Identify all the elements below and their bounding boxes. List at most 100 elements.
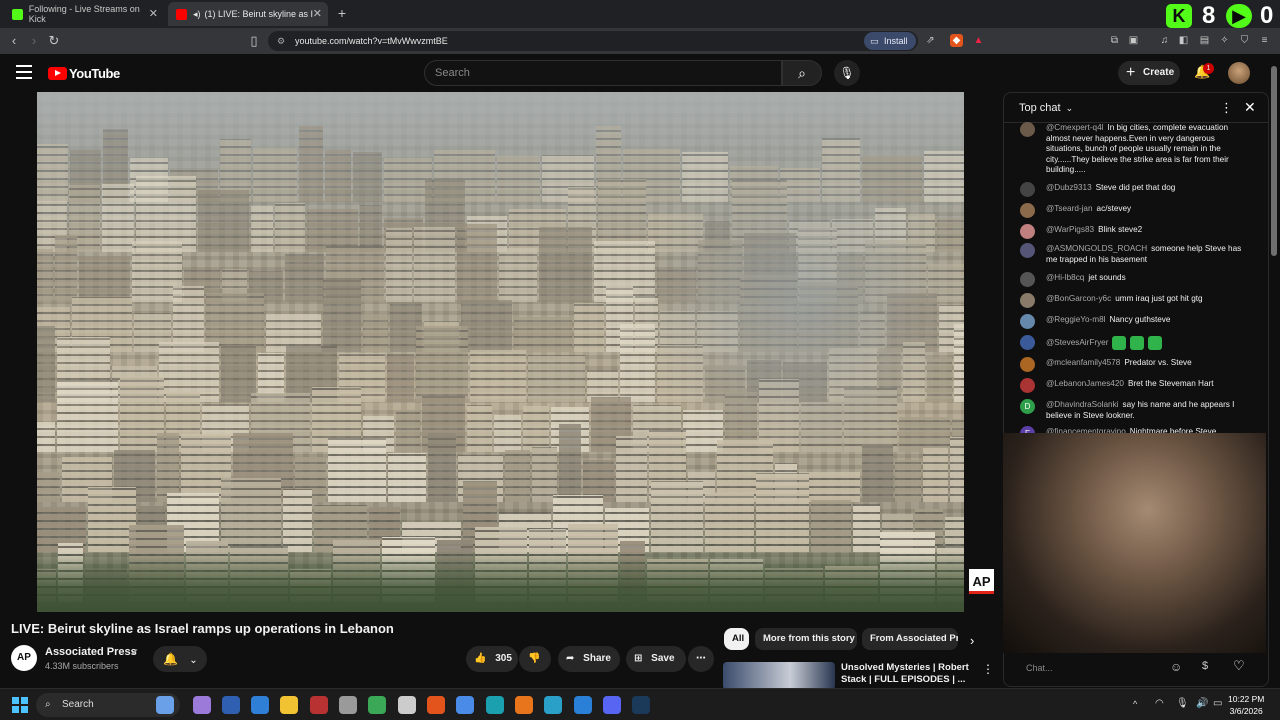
save-button[interactable]: ⊞ Save [626,646,686,672]
chat-author[interactable]: @Tseard-jan [1046,204,1093,213]
chat-author-avatar[interactable] [1020,314,1035,329]
settings-app-icon[interactable] [339,696,357,714]
super-chat-icon[interactable]: $ [1202,660,1208,672]
chat-input[interactable]: Chat... [1016,658,1176,678]
chip-from-associated-press[interactable]: From Associated Pre [862,628,958,650]
channel-avatar[interactable]: AP [11,645,37,671]
firefox-icon[interactable] [515,696,533,714]
search-icon[interactable]: ⌕ [782,60,822,86]
chat-message[interactable]: @Hi-lb8cq jet sounds [1020,272,1246,287]
chat-message[interactable]: @Tseard-jan ac/stevey [1020,203,1246,218]
chip-more-from-story[interactable]: More from this story [755,628,857,650]
chrome-alt-icon[interactable] [456,696,474,714]
chat-author[interactable]: @BonGarcon-y6c [1046,294,1111,303]
chat-message[interactable]: @StevesAirFryer [1020,335,1246,350]
chat-author[interactable]: @WarPigs83 [1046,225,1094,234]
mic-icon[interactable]: 🎙 [834,60,860,86]
dislike-button[interactable]: 👎 [519,646,551,672]
chat-author-avatar[interactable] [1020,335,1035,350]
tray-chevron-up-icon[interactable]: ^ [1133,699,1137,709]
chat-mode-selector[interactable]: Top chat ⌄ [1019,102,1073,114]
account-avatar[interactable] [1228,62,1250,84]
chat-author-avatar[interactable] [1020,122,1035,137]
install-button[interactable]: ▭ Install [864,32,916,50]
close-tab-icon[interactable]: ✕ [149,7,158,20]
media-icon[interactable]: ♫ [1158,34,1171,47]
chat-author[interactable]: @mcleanfamily4578 [1046,358,1120,367]
more-actions-button[interactable]: ⋯ [688,646,714,672]
reload-icon[interactable]: ↻ [46,33,62,49]
share-page-icon[interactable]: ⇗ [924,34,937,47]
video-player[interactable] [37,92,964,612]
share-button[interactable]: ➦ Share [558,646,620,672]
chat-author-avatar[interactable] [1020,378,1035,393]
chat-author[interactable]: @Dubz9313 [1046,183,1092,192]
github-icon[interactable] [398,696,416,714]
chat-message[interactable]: @ASMONGOLDS_ROACH someone help Steve has … [1020,243,1246,265]
channel-name[interactable]: Associated Press [45,646,137,658]
wifi-icon[interactable]: ◠ [1155,698,1164,709]
close-tab-icon[interactable]: ✕ [313,7,322,20]
extensions-icon[interactable]: ⧉ [1108,34,1121,47]
chat-message[interactable]: @BonGarcon-y6c umm iraq just got hit gtg [1020,293,1246,308]
chat-author-avatar[interactable] [1020,243,1035,258]
emoji-icon[interactable]: ☺ [1170,660,1182,674]
chat-author-avatar[interactable] [1020,293,1035,308]
chat-author-avatar[interactable]: D [1020,399,1035,414]
subscription-bell-button[interactable]: 🔔 ⌄ [153,646,207,672]
menu-icon[interactable] [16,65,32,79]
vscode-icon[interactable] [574,696,592,714]
forward-icon[interactable]: › [26,33,42,49]
bookmark-icon[interactable]: ▯ [246,33,262,49]
heart-icon[interactable]: ♡ [1233,658,1245,674]
chat-author[interactable]: @LebanonJames420 [1046,379,1124,388]
discord-icon[interactable] [603,696,621,714]
youtube-logo[interactable]: YouTube [48,65,120,81]
page-scrollbar[interactable] [1271,66,1277,256]
vpn-icon[interactable]: ⛉ [1238,34,1251,47]
like-button[interactable]: 👍 305 [466,646,518,672]
news-app-icon[interactable] [310,696,328,714]
chat-message[interactable]: @Dubz9313 Steve did pet that dog [1020,182,1246,197]
new-tab-icon[interactable]: + [334,5,350,21]
chat-author-avatar[interactable] [1020,182,1035,197]
chat-message[interactable]: @ReggieYo-m8l Nancy guthsteve [1020,314,1246,329]
app-icon[interactable] [544,696,562,714]
battery-icon[interactable]: ▭ [1213,698,1222,709]
chat-author-avatar[interactable] [1020,203,1035,218]
steam-icon[interactable] [632,696,650,714]
tab-kick[interactable]: Following - Live Streams on Kick ✕ [4,2,164,26]
chat-author[interactable]: @ASMONGOLDS_ROACH [1046,244,1147,253]
chat-author-avatar[interactable] [1020,357,1035,372]
recommendation-thumbnail[interactable] [723,662,835,690]
site-info-icon[interactable]: ⚙ [277,31,285,51]
file-explorer-icon[interactable] [280,696,298,714]
mic-tray-icon[interactable]: 🎙 [1176,698,1189,709]
chat-author[interactable]: @ReggieYo-m8l [1046,315,1105,324]
create-button[interactable]: + Create [1118,61,1180,85]
chat-message[interactable]: @Cmexpert-q4l In big cities, complete eva… [1020,122,1246,176]
chat-author[interactable]: @StevesAirFryer [1046,338,1108,347]
chat-author[interactable]: @Cmexpert-q4l [1046,123,1103,132]
chat-options-icon[interactable]: ⋮ [1220,100,1233,116]
url-field[interactable]: ⚙ youtube.com/watch?v=tMvWwvzmtBE [268,31,918,51]
wallet-icon[interactable]: ▤ [1198,34,1211,47]
screenshot-icon[interactable]: ▣ [1127,34,1140,47]
chat-author[interactable]: @Hi-lb8cq [1046,273,1084,282]
brave-icon[interactable] [427,696,445,714]
widgets-icon[interactable] [156,696,174,714]
chat-author[interactable]: @DhavindraSolanki [1046,400,1118,409]
volume-icon[interactable]: 🔊 [1196,698,1208,709]
menu-icon[interactable]: ≡ [1258,34,1271,47]
chrome-icon[interactable] [368,696,386,714]
chevron-right-icon[interactable]: › [970,633,974,648]
chip-all[interactable]: All [724,628,749,650]
close-icon[interactable]: ✕ [1244,99,1256,116]
sidebar-icon[interactable]: ◧ [1177,34,1190,47]
chat-author-avatar[interactable] [1020,224,1035,239]
brave-shield-icon[interactable]: ◆ [950,34,963,47]
windows-start-icon[interactable] [12,697,28,713]
recommendation-menu-icon[interactable]: ⋮ [982,662,994,676]
outlook-icon[interactable] [222,696,240,714]
chat-message[interactable]: @LebanonJames420 Bret the Steveman Hart [1020,378,1246,393]
